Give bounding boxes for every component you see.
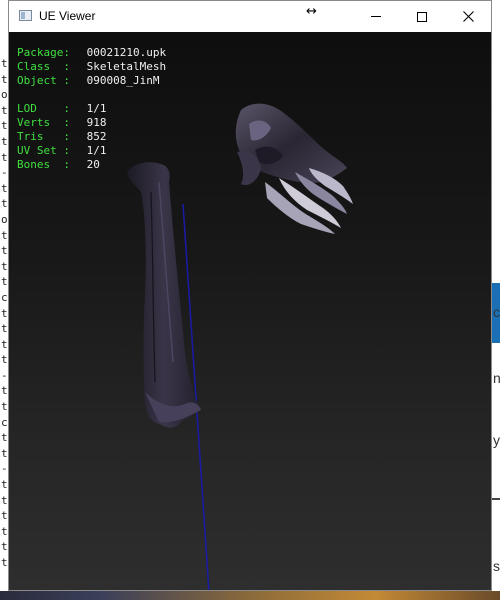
mesh-info-overlay: Package: 00021210.upk Class : SkeletalMe… bbox=[17, 46, 166, 172]
cape-mesh bbox=[127, 162, 201, 428]
info-row-lod: LOD : 1/1 bbox=[17, 102, 166, 116]
info-label: Class : bbox=[17, 60, 70, 73]
ue-viewer-window: UE Viewer ↔ Package: 00021210.upk Class … bbox=[8, 0, 492, 591]
info-value: 1/1 bbox=[80, 144, 107, 157]
info-label: Tris : bbox=[17, 130, 70, 143]
maximize-button[interactable] bbox=[399, 1, 445, 32]
info-label: Verts : bbox=[17, 116, 70, 129]
window-title: UE Viewer bbox=[39, 9, 96, 23]
minimize-button[interactable] bbox=[353, 1, 399, 32]
info-label: Object : bbox=[17, 74, 70, 87]
info-row-uvset: UV Set : 1/1 bbox=[17, 144, 166, 158]
maximize-icon bbox=[417, 11, 427, 22]
info-row-class: Class : SkeletalMesh bbox=[17, 60, 166, 74]
resize-cursor-icon: ↔ bbox=[306, 4, 317, 19]
background-app-left-strip: t t o t t t t - t t o t t t t c t t t t … bbox=[0, 0, 8, 600]
title-bar[interactable]: UE Viewer ↔ bbox=[9, 1, 491, 32]
info-row-object: Object : 090008_JinM bbox=[17, 74, 166, 88]
info-row-package: Package: 00021210.upk bbox=[17, 46, 166, 60]
background-glyph: n bbox=[493, 370, 500, 386]
info-label: LOD : bbox=[17, 102, 70, 115]
close-button[interactable] bbox=[445, 1, 491, 32]
info-label: Package: bbox=[17, 46, 70, 59]
info-value: 918 bbox=[80, 116, 107, 129]
background-app-right-strip: c n y s bbox=[492, 0, 500, 600]
helmet-mesh bbox=[235, 103, 353, 234]
info-row-tris: Tris : 852 bbox=[17, 130, 166, 144]
info-label: Bones : bbox=[17, 158, 70, 171]
info-value: 1/1 bbox=[80, 102, 107, 115]
background-text-column: t t o t t t t - t t o t t t t c t t t t … bbox=[1, 57, 8, 569]
background-glyph: y bbox=[493, 432, 500, 448]
info-value: 00021210.upk bbox=[80, 46, 167, 59]
info-value: 20 bbox=[80, 158, 100, 171]
background-glyph: c bbox=[493, 304, 500, 320]
3d-viewport[interactable]: Package: 00021210.upk Class : SkeletalMe… bbox=[9, 32, 491, 590]
info-label: UV Set : bbox=[17, 144, 70, 157]
background-divider bbox=[492, 498, 500, 500]
close-icon bbox=[462, 11, 474, 22]
info-value: SkeletalMesh bbox=[80, 60, 167, 73]
info-row-verts: Verts : 918 bbox=[17, 116, 166, 130]
background-glyph: s bbox=[493, 558, 500, 574]
info-row-bones: Bones : 20 bbox=[17, 158, 166, 172]
app-window-icon bbox=[19, 10, 32, 21]
info-value: 090008_JinM bbox=[80, 74, 160, 87]
info-value: 852 bbox=[80, 130, 107, 143]
background-taskbar-strip bbox=[0, 591, 500, 600]
minimize-icon bbox=[371, 16, 381, 17]
